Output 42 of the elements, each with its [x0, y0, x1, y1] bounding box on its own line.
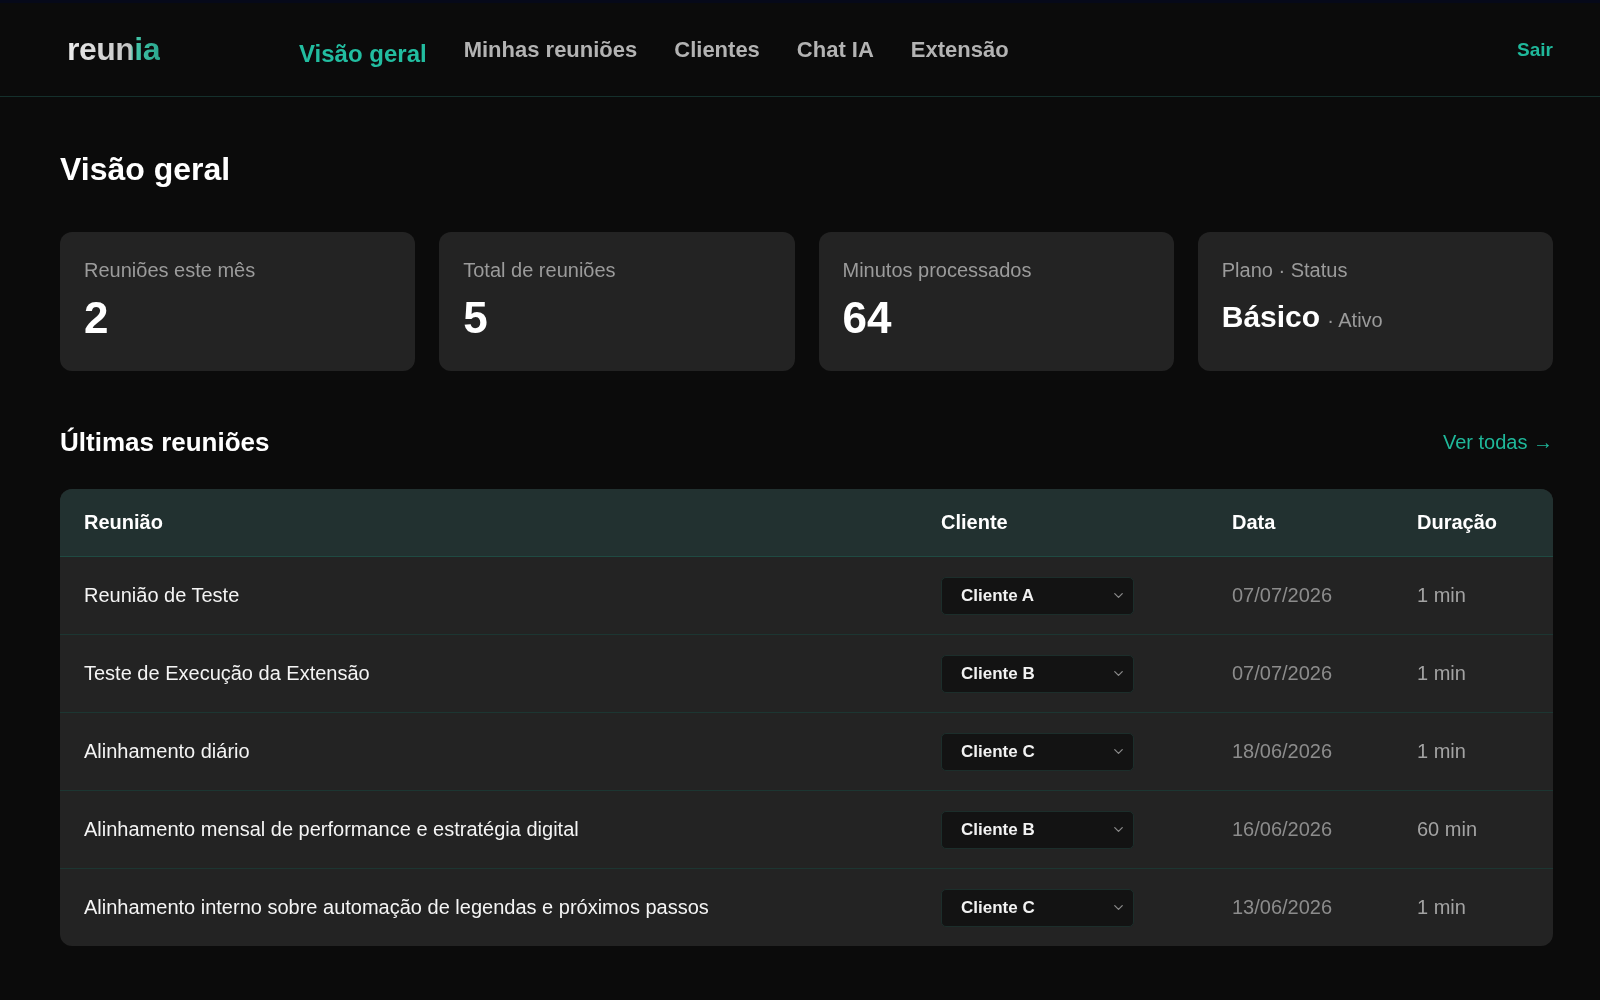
column-header: Duração [1417, 511, 1498, 533]
column-header: Data [1232, 511, 1276, 533]
nav-tab[interactable]: Minhas reuniões [463, 36, 638, 63]
meeting-duration: 1 min [1417, 740, 1466, 763]
section-title: Últimas reuniões [60, 426, 270, 458]
nav-tab[interactable]: Extensão [910, 36, 1009, 63]
meeting-duration: 1 min [1417, 584, 1466, 607]
client-select[interactable]: Cliente B [941, 810, 1134, 849]
plan-name: Básico [1221, 300, 1321, 334]
meeting-duration: 60 min [1417, 818, 1478, 841]
meeting-date: 18/06/2026 [1232, 740, 1333, 763]
see-all-link[interactable]: Ver todas → [1442, 430, 1553, 454]
meeting-title: Alinhamento diário [84, 740, 250, 763]
column-header: Cliente [941, 511, 1008, 533]
page-title: Visão geral [60, 150, 232, 189]
stat-value: 5 [463, 292, 489, 344]
meeting-date: 07/07/2026 [1232, 584, 1333, 607]
plan-status: · Ativo [1327, 309, 1383, 332]
client-select[interactable]: Cliente C [941, 888, 1134, 927]
nav-tab[interactable]: Chat IA [796, 36, 874, 63]
meeting-title: Teste de Execução da Extensão [84, 662, 370, 685]
stat-label: Minutos processados [842, 258, 1033, 282]
meeting-title: Alinhamento mensal de performance e estratégia digital [84, 818, 579, 841]
meeting-duration: 1 min [1417, 896, 1466, 919]
meeting-date: 16/06/2026 [1232, 818, 1333, 841]
logout-link[interactable]: Sair [1517, 38, 1553, 61]
stat-label: Reuniões este mês [84, 258, 257, 282]
nav-tab[interactable]: Visão geral [299, 39, 427, 68]
meeting-date: 13/06/2026 [1232, 896, 1333, 919]
meeting-title: Reunião de Teste [84, 584, 240, 607]
stat-label: Total de reuniões [463, 258, 617, 282]
client-select[interactable]: Cliente B [941, 654, 1134, 693]
meeting-title: Alinhamento interno sobre automação de legendas e próximos passos [84, 896, 709, 919]
client-select[interactable]: Cliente C [941, 732, 1134, 771]
client-select[interactable]: Cliente A [941, 576, 1134, 615]
nav-tab[interactable]: Clientes [674, 36, 760, 63]
stat-label: Plano · Status [1221, 258, 1349, 282]
stat-value: 2 [84, 292, 110, 344]
column-header: Reunião [84, 511, 163, 533]
meeting-duration: 1 min [1417, 662, 1466, 685]
meeting-date: 07/07/2026 [1232, 662, 1333, 685]
stat-value: 64 [842, 292, 893, 344]
